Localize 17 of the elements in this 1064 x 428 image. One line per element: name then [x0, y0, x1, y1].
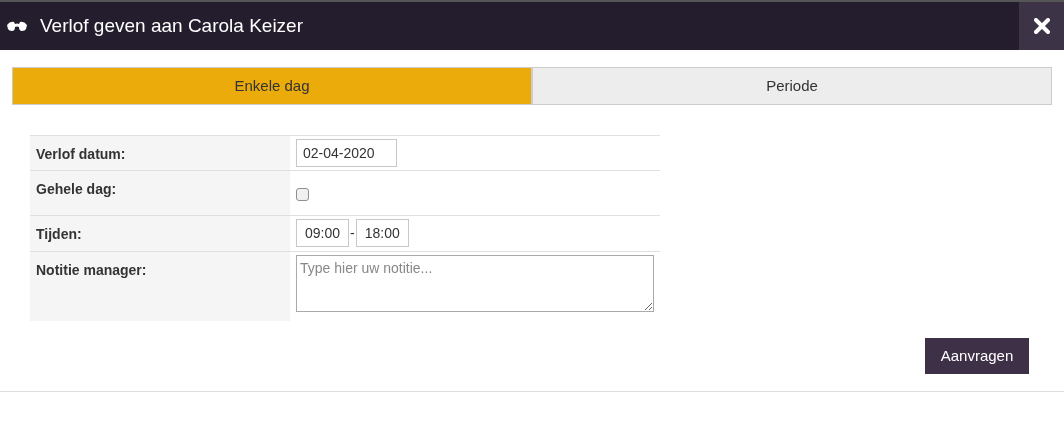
- window-title: Verlof geven aan Carola Keizer: [40, 13, 303, 38]
- glasses-icon: [6, 20, 28, 32]
- field-label: Gehele dag:: [36, 181, 117, 197]
- note-field[interactable]: Type hier uw notitie...: [296, 255, 654, 312]
- field-label: Tijden:: [36, 226, 82, 242]
- time-field[interactable]: 18:00: [355, 219, 409, 247]
- field-label: Notitie manager:: [36, 262, 147, 278]
- checkbox[interactable]: [296, 188, 309, 201]
- range-separator: -: [349, 223, 356, 243]
- tab[interactable]: Enkele dag: [12, 67, 532, 105]
- close-icon: [1033, 18, 1050, 34]
- submit-button[interactable]: Aanvragen: [925, 338, 1029, 374]
- tab[interactable]: Periode: [532, 67, 1052, 105]
- date-field[interactable]: 02-04-2020: [296, 139, 397, 167]
- field-label: Verlof datum:: [36, 146, 126, 162]
- time-field[interactable]: 09:00: [296, 219, 349, 247]
- close-button[interactable]: [1019, 2, 1064, 50]
